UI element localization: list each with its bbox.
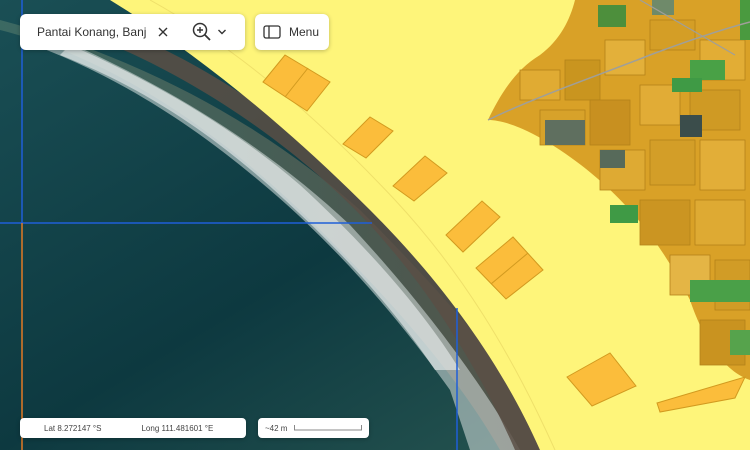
latitude-readout: Lat 8.272147 °S	[44, 423, 102, 433]
clear-search-button[interactable]	[152, 21, 174, 43]
coordinates-readout: Lat 8.272147 °S Long 111.481601 °E	[20, 418, 246, 438]
menu-label: Menu	[289, 25, 320, 39]
search-input[interactable]	[37, 25, 149, 39]
chevron-down-icon	[218, 29, 226, 35]
sidebar-panel-icon	[263, 25, 281, 39]
zoom-button[interactable]	[192, 22, 227, 42]
zoom-in-icon	[192, 22, 211, 41]
scale-bar: ~42 m	[258, 418, 369, 438]
satellite-map[interactable]	[0, 0, 750, 450]
close-icon	[158, 27, 168, 37]
longitude-readout: Long 111.481601 °E	[141, 423, 214, 433]
scale-label: ~42 m	[265, 423, 288, 433]
search-bar	[20, 14, 245, 50]
menu-button[interactable]: Menu	[255, 14, 329, 50]
scale-line	[294, 425, 363, 431]
